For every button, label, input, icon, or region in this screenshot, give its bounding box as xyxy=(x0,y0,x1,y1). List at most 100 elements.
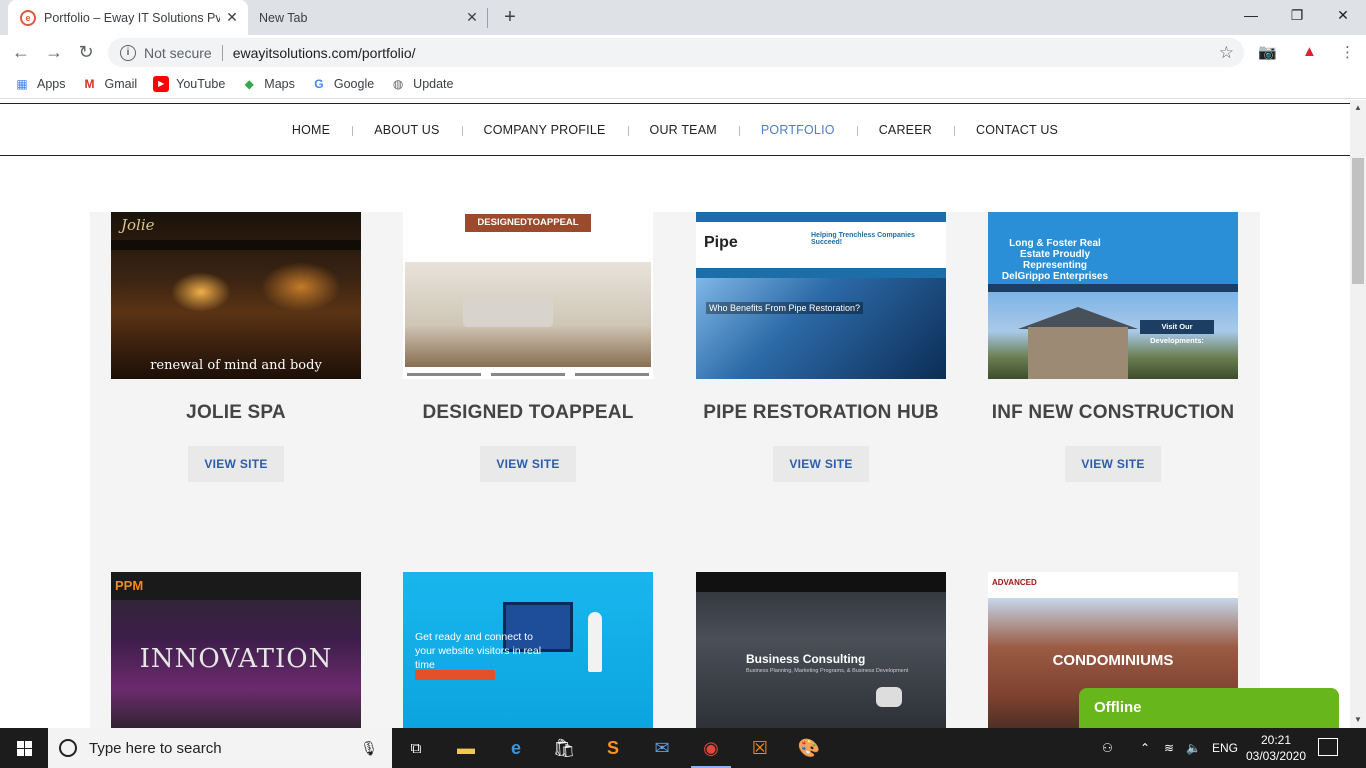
windows-logo-icon xyxy=(16,740,32,756)
menu-icon[interactable]: ⋮ xyxy=(1340,43,1355,61)
site-navigation: HOME ABOUT US COMPANY PROFILE OUR TEAM P… xyxy=(0,103,1350,156)
thumb-logo: ADVANCED xyxy=(992,578,1037,587)
thumb-house xyxy=(1028,327,1128,379)
site-favicon-icon: e xyxy=(20,9,36,26)
xampp-icon[interactable]: ☒ xyxy=(736,728,784,768)
bookmark-apps[interactable]: ▦ Apps xyxy=(14,76,65,92)
thumb-logo: PPM xyxy=(115,578,144,593)
pipe-restoration-thumbnail[interactable]: Pipe Helping Trenchless Companies Succee… xyxy=(696,212,946,379)
card-title: INF NEW CONSTRUCTION xyxy=(991,402,1235,423)
thumb-tagline: renewal of mind and body xyxy=(150,358,322,373)
reload-button[interactable]: ↻ xyxy=(74,40,98,64)
extension-icon[interactable]: ▲ xyxy=(1302,43,1317,60)
chat-widget-offline[interactable]: Offline xyxy=(1079,688,1339,728)
card-title: JOLIE SPA xyxy=(186,402,286,423)
nav-about-us[interactable]: ABOUT US xyxy=(352,123,461,137)
forward-button[interactable]: → xyxy=(42,40,66,64)
bookmark-star-icon[interactable]: ☆ xyxy=(1219,43,1234,63)
designed-toappeal-thumbnail[interactable]: DESIGNEDTOAPPEAL xyxy=(403,212,653,379)
thumb-topbar xyxy=(111,572,361,600)
portfolio-card-jolie-spa: Jolie renewal of mind and body JOLIE SPA… xyxy=(111,212,361,482)
notifications-icon[interactable] xyxy=(1318,738,1338,756)
taskbar-search[interactable]: Type here to search 🎙 xyxy=(48,728,392,768)
live-chat-thumbnail[interactable]: Get ready and connect to your website vi… xyxy=(403,572,653,728)
thumb-logo: Pipe xyxy=(704,234,738,251)
start-button[interactable] xyxy=(0,728,48,768)
volume-icon[interactable]: 🔈 xyxy=(1186,728,1201,768)
thumb-heading: CONDOMINIUMS xyxy=(1052,652,1174,669)
network-icon[interactable]: ≋ xyxy=(1164,728,1174,768)
store-icon[interactable]: 🛍 xyxy=(540,728,588,768)
search-placeholder: Type here to search xyxy=(89,739,222,757)
taskbar-clock[interactable]: 20:21 03/03/2020 xyxy=(1244,732,1308,764)
ppm-thumbnail[interactable]: PPM INNOVATION xyxy=(111,572,361,728)
tab-new-tab[interactable]: New Tab ✕ xyxy=(248,0,488,35)
bookmark-gmail[interactable]: M Gmail xyxy=(82,76,138,92)
inf-construction-thumbnail[interactable]: Long & Foster Real Estate Proudly Repres… xyxy=(988,212,1238,379)
thumb-heading: Business Consulting xyxy=(746,652,866,666)
chrome-icon[interactable]: ◉ xyxy=(687,728,735,768)
windows-taskbar: Type here to search 🎙 ⧉ ▬ e 🛍 S ✉ ◉ ☒ 🎨 … xyxy=(0,728,1366,768)
url-text[interactable]: ewayitsolutions.com/portfolio/ xyxy=(233,45,416,61)
info-icon[interactable]: i xyxy=(120,44,136,61)
address-bar[interactable]: i Not secure ewayitsolutions.com/portfol… xyxy=(108,38,1244,67)
view-site-button[interactable]: VIEW SITE xyxy=(480,446,576,482)
bookmark-label: Google xyxy=(333,76,375,91)
scrollbar-thumb[interactable] xyxy=(1352,158,1364,284)
task-view-icon[interactable]: ⧉ xyxy=(392,728,440,768)
clock-date: 03/03/2020 xyxy=(1245,749,1307,763)
restore-button[interactable]: ❐ xyxy=(1274,0,1320,30)
nav-our-team[interactable]: OUR TEAM xyxy=(627,123,739,137)
language-indicator[interactable]: ENG xyxy=(1212,728,1238,768)
close-tab-icon[interactable]: ✕ xyxy=(460,9,484,26)
file-explorer-icon[interactable]: ▬ xyxy=(442,728,490,768)
close-window-button[interactable]: ✕ xyxy=(1320,0,1366,30)
thumb-topbar xyxy=(696,572,946,592)
nav-contact-us[interactable]: CONTACT US xyxy=(953,123,1080,137)
bookmark-label: Gmail xyxy=(104,76,138,91)
bookmark-maps[interactable]: ◆ Maps xyxy=(241,76,295,92)
bookmark-youtube[interactable]: ▶ YouTube xyxy=(153,75,225,92)
page-viewport: HOME ABOUT US COMPANY PROFILE OUR TEAM P… xyxy=(0,100,1350,728)
edge-icon[interactable]: e xyxy=(492,728,540,768)
microphone-icon[interactable]: 🎙 xyxy=(360,740,378,757)
card-title: DESIGNED TOAPPEAL xyxy=(422,402,634,423)
nav-career[interactable]: CAREER xyxy=(856,123,954,137)
sublime-text-icon[interactable]: S xyxy=(589,728,637,768)
paint-icon[interactable]: 🎨 xyxy=(785,728,833,768)
bookmark-google[interactable]: G Google xyxy=(311,76,374,92)
tray-expand-icon[interactable]: ⌃ xyxy=(1140,728,1150,768)
view-site-button[interactable]: VIEW SITE xyxy=(188,446,284,482)
tab-portfolio[interactable]: e Portfolio – Eway IT Solutions Pvt ✕ xyxy=(8,0,248,35)
nav-home[interactable]: HOME xyxy=(270,123,352,137)
back-button[interactable]: ← xyxy=(9,40,33,64)
bookmark-label: Maps xyxy=(264,76,295,91)
tab-title: Portfolio – Eway IT Solutions Pvt xyxy=(44,10,220,25)
thumb-sofa xyxy=(463,297,553,327)
thumb-nav xyxy=(988,284,1238,292)
people-icon[interactable]: ⚇ xyxy=(1102,728,1113,768)
camera-icon[interactable]: 📷 xyxy=(1258,43,1277,61)
portfolio-card-business-consulting: Business Consulting Business Planning, M… xyxy=(696,572,946,728)
scroll-up-arrow-icon[interactable]: ▲ xyxy=(1350,100,1366,116)
nav-portfolio[interactable]: PORTFOLIO xyxy=(738,123,857,137)
minimize-button[interactable]: — xyxy=(1228,0,1274,30)
thumb-cta xyxy=(415,670,495,680)
gmail-icon: M xyxy=(84,76,95,91)
thumb-topbar xyxy=(696,212,946,222)
view-site-button[interactable]: VIEW SITE xyxy=(1065,446,1161,482)
view-site-button[interactable]: VIEW SITE xyxy=(773,446,869,482)
close-tab-icon[interactable]: ✕ xyxy=(220,9,244,26)
jolie-spa-thumbnail[interactable]: Jolie renewal of mind and body xyxy=(111,212,361,379)
new-tab-button[interactable]: + xyxy=(497,4,523,30)
nav-company-profile[interactable]: COMPANY PROFILE xyxy=(461,123,628,137)
mail-icon[interactable]: ✉ xyxy=(638,728,686,768)
bookmark-update[interactable]: ◍ Update xyxy=(390,76,454,92)
business-consulting-thumbnail[interactable]: Business Consulting Business Planning, M… xyxy=(696,572,946,728)
thumb-caption: Who Benefits From Pipe Restoration? xyxy=(706,302,864,314)
portfolio-card-designed-toappeal: DESIGNEDTOAPPEAL DESIGNED TOAPPEAL VIEW … xyxy=(403,212,653,482)
card-title: PIPE RESTORATION HUB xyxy=(703,402,939,423)
page-scrollbar[interactable]: ▲ ▼ xyxy=(1350,100,1366,728)
clock-time: 20:21 xyxy=(1260,733,1292,747)
scroll-down-arrow-icon[interactable]: ▼ xyxy=(1350,712,1366,728)
